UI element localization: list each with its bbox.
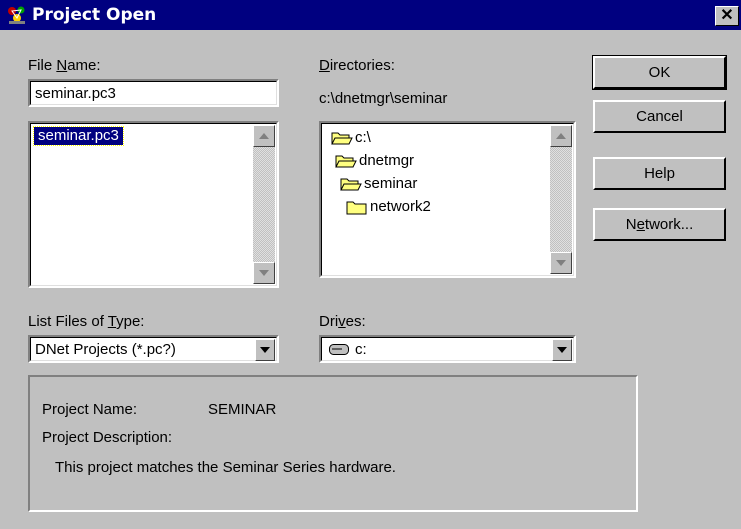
cancel-button[interactable]: Cancel [593, 100, 726, 133]
drives-label-text: Dri [319, 313, 339, 330]
scroll-up-button[interactable] [253, 125, 275, 147]
drives-mnemonic: v [338, 313, 346, 330]
file-type-label: List Files of Type: [28, 313, 144, 330]
drives-dropdown-button[interactable] [552, 339, 572, 361]
network-button-mnemonic: e [636, 216, 645, 233]
scroll-down-button[interactable] [550, 252, 572, 274]
directory-item-label: c:\ [355, 129, 371, 146]
close-button[interactable]: ✕ [715, 6, 739, 26]
file-type-label-rest: ype: [116, 313, 145, 330]
drives-label: Drives: [319, 313, 366, 330]
network-button-label-rest: twork... [644, 216, 694, 233]
file-type-select[interactable]: DNet Projects (*.pc?) [28, 335, 279, 363]
directory-list-scrollbar[interactable] [550, 125, 572, 274]
arrow-up-icon [556, 133, 566, 139]
title-bar[interactable]: Project Open ✕ [0, 0, 741, 30]
directory-list[interactable]: c:\ dnetmgr seminar network2 [319, 121, 576, 278]
directories-mnemonic: D [319, 57, 330, 74]
close-icon: ✕ [720, 7, 734, 24]
file-name-label: File Name: [28, 57, 101, 74]
project-open-dialog: Project Open ✕ File Name: seminar.pc3 se… [0, 0, 741, 529]
chevron-down-icon [557, 347, 567, 353]
project-name-value: SEMINAR [208, 401, 277, 418]
drive-icon [329, 344, 349, 355]
network-app-icon [8, 6, 25, 24]
chevron-down-icon [260, 347, 270, 353]
file-list-scrollbar[interactable] [253, 125, 275, 284]
network-button[interactable]: Network... [593, 208, 726, 241]
drives-label-rest: es: [345, 313, 366, 330]
arrow-up-icon [259, 133, 269, 139]
project-info-panel: Project Name: SEMINAR Project Descriptio… [28, 375, 638, 512]
help-button[interactable]: Help [593, 157, 726, 190]
arrow-down-icon [259, 270, 269, 276]
directory-item-label: dnetmgr [359, 152, 415, 169]
open-folder-icon [340, 178, 362, 191]
file-type-value: DNet Projects (*.pc?) [35, 341, 176, 358]
drives-value: c: [355, 341, 367, 358]
directories-label: Directories: [319, 57, 395, 74]
file-list[interactable]: seminar.pc3 [28, 121, 279, 288]
current-directory-path: c:\dnetmgr\seminar [319, 90, 448, 107]
file-list-item[interactable]: seminar.pc3 [33, 126, 124, 146]
open-folder-icon [331, 132, 353, 145]
arrow-down-icon [556, 260, 566, 266]
drives-select[interactable]: c: [319, 335, 576, 363]
ok-button[interactable]: OK [592, 55, 727, 90]
project-description-label: Project Description: [42, 429, 173, 446]
scroll-down-button[interactable] [253, 262, 275, 284]
scroll-up-button[interactable] [550, 125, 572, 147]
file-name-label-text: File [28, 57, 57, 74]
file-name-input[interactable]: seminar.pc3 [28, 79, 279, 107]
file-type-label-text: List Files of [28, 313, 108, 330]
project-name-label: Project Name: [42, 401, 138, 418]
network-button-label: N [625, 216, 637, 233]
file-name-value[interactable]: seminar.pc3 [35, 85, 116, 102]
file-type-mnemonic: T [107, 313, 117, 330]
project-description-value: This project matches the Seminar Series … [55, 459, 396, 476]
closed-folder-icon [346, 201, 367, 215]
directory-item-label: network2 [370, 198, 431, 215]
open-folder-icon [335, 155, 357, 168]
window-title: Project Open [32, 5, 157, 25]
directory-item-label: seminar [364, 175, 418, 192]
directories-label-rest: irectories: [329, 57, 395, 74]
file-type-dropdown-button[interactable] [255, 339, 275, 361]
file-name-label-rest: ame: [67, 57, 101, 74]
file-name-mnemonic: N [56, 57, 68, 74]
